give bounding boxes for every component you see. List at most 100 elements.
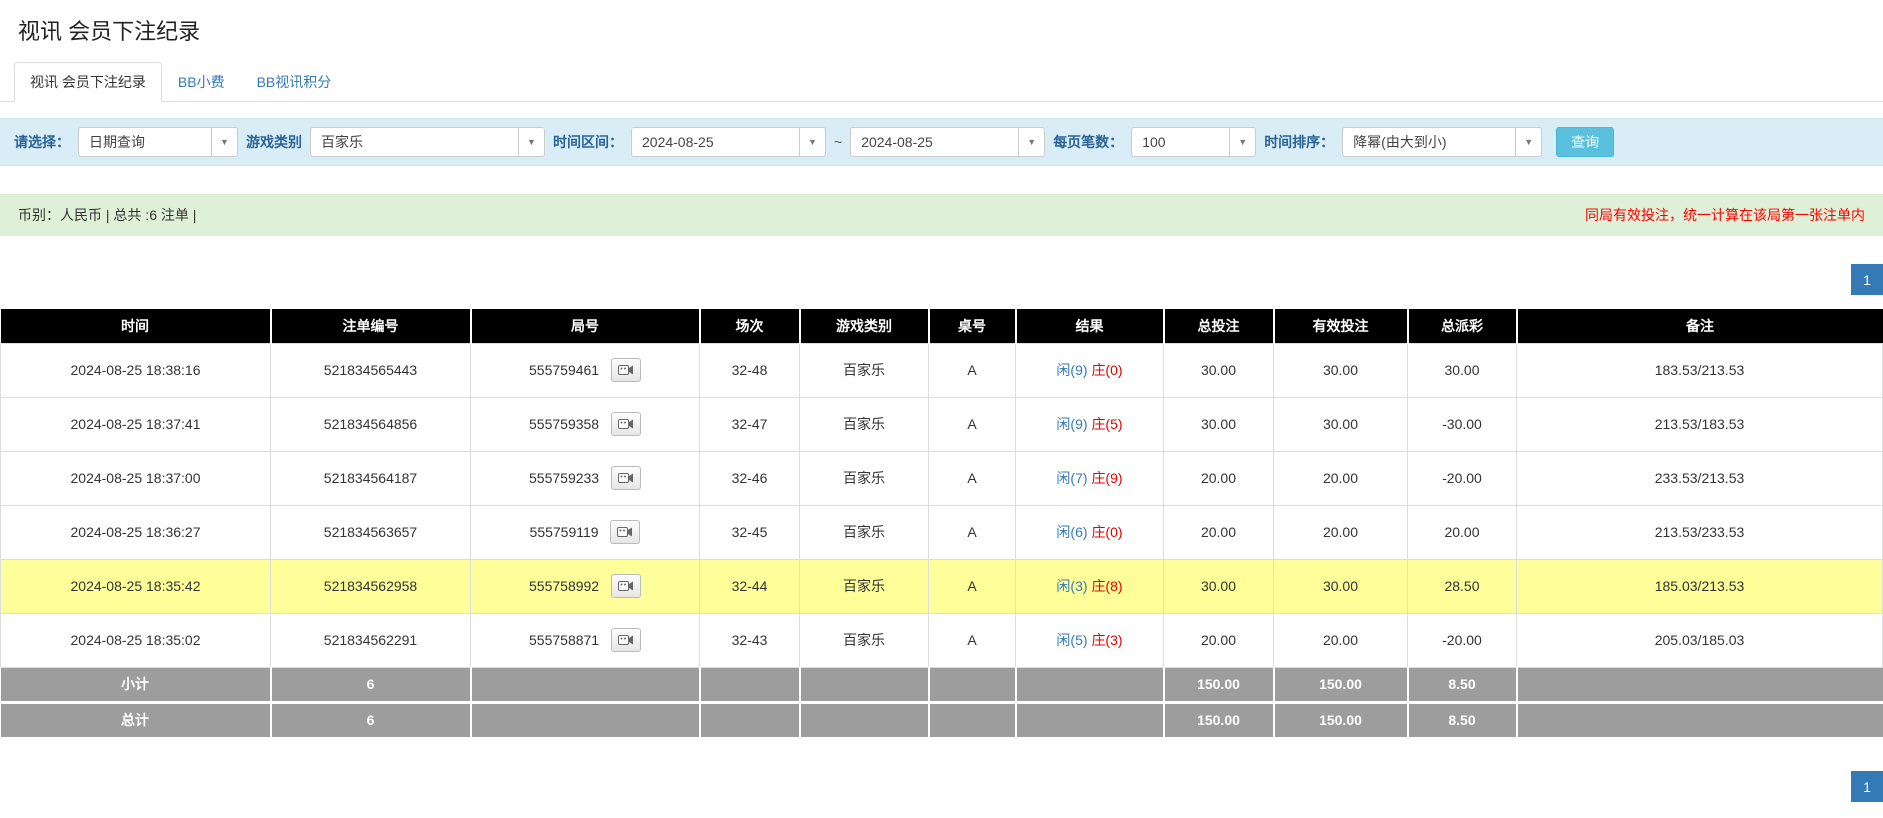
bet-id-cell: 521834564856 — [271, 397, 471, 451]
table-no-cell: A — [929, 559, 1016, 613]
valid-bet-cell: 30.00 — [1274, 397, 1408, 451]
video-replay-button[interactable] — [611, 466, 641, 490]
sort-order-select[interactable]: 降幂(由大到小) ▼ — [1342, 127, 1542, 157]
video-replay-icon — [618, 472, 634, 484]
video-replay-button[interactable] — [611, 358, 641, 382]
tab-bar: 视讯 会员下注纪录 BB小费 BB视讯积分 — [0, 62, 1883, 102]
table-row: 2024-08-25 18:35:02 521834562291 5557588… — [1, 613, 1883, 667]
video-replay-button[interactable] — [611, 628, 641, 652]
game-type-value: 百家乐 — [311, 132, 518, 152]
page-size-select[interactable]: 100 ▼ — [1131, 127, 1256, 157]
video-replay-button[interactable] — [611, 574, 641, 598]
bet-id-cell: 521834563657 — [271, 505, 471, 559]
betting-records-table: 时间 注单编号 局号 场次 游戏类别 桌号 结果 总投注 有效投注 总派彩 备注… — [0, 309, 1883, 737]
chevron-down-icon[interactable]: ▼ — [211, 128, 237, 156]
game-type-label: 游戏类别 — [246, 132, 302, 152]
page-number-button[interactable]: 1 — [1851, 264, 1883, 295]
page-size-label: 每页笔数： — [1053, 132, 1123, 152]
table-row: 2024-08-25 18:37:00 521834564187 5557592… — [1, 451, 1883, 505]
table-no-cell: A — [929, 451, 1016, 505]
note-cell: 185.03/213.53 — [1517, 559, 1883, 613]
note-cell: 213.53/233.53 — [1517, 505, 1883, 559]
round-id-cell: 555758992 — [471, 559, 700, 613]
time-cell: 2024-08-25 18:38:16 — [1, 343, 271, 397]
page-number-button[interactable]: 1 — [1851, 771, 1883, 802]
total-bet-link[interactable]: 20.00 — [1164, 451, 1274, 505]
video-replay-button[interactable] — [611, 412, 641, 436]
subtotal-row: 小计 6 150.00 150.00 8.50 — [1, 667, 1883, 702]
tab-betting-records[interactable]: 视讯 会员下注纪录 — [14, 62, 162, 102]
total-bet-link[interactable]: 30.00 — [1164, 397, 1274, 451]
game-type-cell: 百家乐 — [800, 559, 929, 613]
payout-cell: 30.00 — [1408, 343, 1517, 397]
result-player: 闲(3) — [1056, 578, 1087, 594]
total-bet-link[interactable]: 20.00 — [1164, 613, 1274, 667]
note-cell: 205.03/185.03 — [1517, 613, 1883, 667]
total-total-bet: 150.00 — [1164, 702, 1274, 737]
header-time: 时间 — [1, 309, 271, 343]
chevron-down-icon[interactable]: ▼ — [518, 128, 544, 156]
query-type-label: 请选择： — [14, 132, 70, 152]
tab-bb-video-points[interactable]: BB视讯积分 — [241, 62, 348, 102]
chevron-down-icon[interactable]: ▼ — [1515, 128, 1541, 156]
session-cell: 32-43 — [700, 613, 800, 667]
table-header-row: 时间 注单编号 局号 场次 游戏类别 桌号 结果 总投注 有效投注 总派彩 备注 — [1, 309, 1883, 343]
result-cell: 闲(6) 庄(0) — [1016, 505, 1164, 559]
result-cell: 闲(5) 庄(3) — [1016, 613, 1164, 667]
query-type-value: 日期查询 — [79, 132, 211, 152]
game-type-cell: 百家乐 — [800, 397, 929, 451]
header-table-no: 桌号 — [929, 309, 1016, 343]
date-to-select[interactable]: 2024-08-25 ▼ — [850, 127, 1045, 157]
result-cell: 闲(7) 庄(9) — [1016, 451, 1164, 505]
subtotal-label: 小计 — [1, 667, 271, 702]
round-id-text: 555759233 — [529, 470, 599, 486]
result-banker: 庄(0) — [1091, 524, 1122, 540]
subtotal-valid-bet: 150.00 — [1274, 667, 1408, 702]
total-label: 总计 — [1, 702, 271, 737]
note-cell: 233.53/213.53 — [1517, 451, 1883, 505]
session-cell: 32-48 — [700, 343, 800, 397]
valid-bet-cell: 30.00 — [1274, 343, 1408, 397]
tab-bb-tips[interactable]: BB小费 — [162, 62, 241, 102]
summary-bar: 币别：人民币 | 总共 :6 注单 | 同局有效投注，统一计算在该局第一张注单内 — [0, 194, 1883, 236]
date-range-label: 时间区间： — [553, 132, 623, 152]
result-cell: 闲(3) 庄(8) — [1016, 559, 1164, 613]
table-no-cell: A — [929, 505, 1016, 559]
chevron-down-icon[interactable]: ▼ — [1018, 128, 1044, 156]
session-cell: 32-45 — [700, 505, 800, 559]
table-row: 2024-08-25 18:36:27 521834563657 5557591… — [1, 505, 1883, 559]
total-bet-link[interactable]: 20.00 — [1164, 505, 1274, 559]
header-note: 备注 — [1517, 309, 1883, 343]
round-id-text: 555759119 — [530, 524, 599, 540]
valid-bet-cell: 20.00 — [1274, 451, 1408, 505]
game-type-select[interactable]: 百家乐 ▼ — [310, 127, 545, 157]
time-cell: 2024-08-25 18:37:00 — [1, 451, 271, 505]
total-bet-link[interactable]: 30.00 — [1164, 343, 1274, 397]
video-replay-icon — [618, 364, 634, 376]
search-button[interactable]: 查询 — [1556, 127, 1614, 157]
header-valid-bet: 有效投注 — [1274, 309, 1408, 343]
result-banker: 庄(0) — [1091, 362, 1122, 378]
page-title: 视讯 会员下注纪录 — [18, 14, 1883, 46]
round-id-text: 555758871 — [529, 632, 599, 648]
table-row: 2024-08-25 18:37:41 521834564856 5557593… — [1, 397, 1883, 451]
valid-bet-cell: 30.00 — [1274, 559, 1408, 613]
chevron-down-icon[interactable]: ▼ — [799, 128, 825, 156]
payout-cell: 20.00 — [1408, 505, 1517, 559]
table-no-cell: A — [929, 397, 1016, 451]
query-type-select[interactable]: 日期查询 ▼ — [78, 127, 238, 157]
total-payout: 8.50 — [1408, 702, 1517, 737]
subtotal-total-bet: 150.00 — [1164, 667, 1274, 702]
round-id-text: 555758992 — [529, 578, 599, 594]
result-banker: 庄(9) — [1091, 470, 1122, 486]
game-type-cell: 百家乐 — [800, 505, 929, 559]
header-session: 场次 — [700, 309, 800, 343]
total-bet-link[interactable]: 30.00 — [1164, 559, 1274, 613]
chevron-down-icon[interactable]: ▼ — [1229, 128, 1255, 156]
note-cell: 213.53/183.53 — [1517, 397, 1883, 451]
video-replay-button[interactable] — [610, 520, 640, 544]
time-cell: 2024-08-25 18:35:02 — [1, 613, 271, 667]
date-from-select[interactable]: 2024-08-25 ▼ — [631, 127, 826, 157]
subtotal-count: 6 — [271, 667, 471, 702]
game-type-cell: 百家乐 — [800, 613, 929, 667]
